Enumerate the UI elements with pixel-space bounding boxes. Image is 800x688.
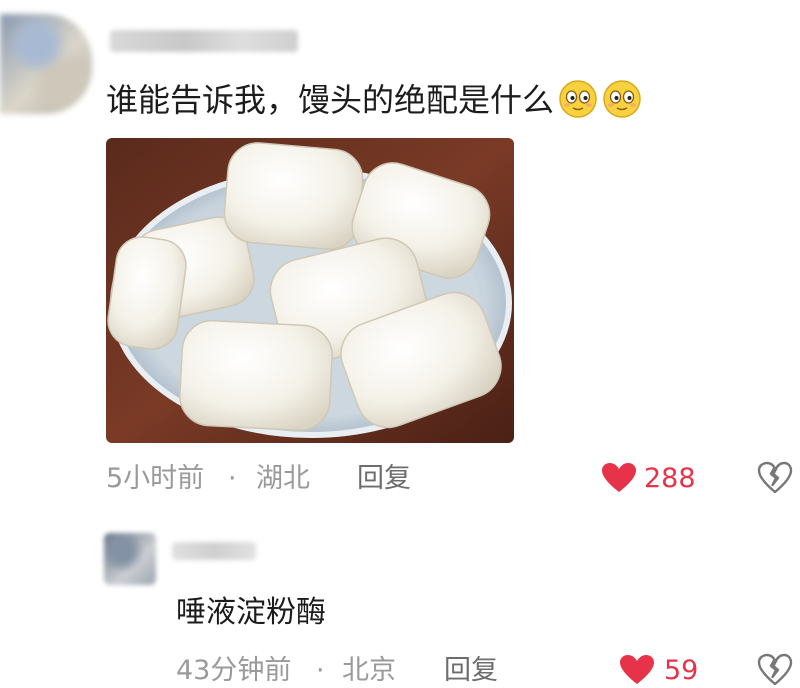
steamed-buns-photo[interactable] — [106, 138, 514, 443]
reply-button[interactable]: 回复 — [357, 462, 411, 496]
commenter-name[interactable] — [110, 30, 298, 52]
dislike-broken-heart-icon[interactable] — [757, 461, 793, 495]
smile-emoji-icon — [559, 80, 597, 118]
like-heart-icon[interactable] — [601, 462, 637, 494]
commenter-avatar[interactable] — [0, 14, 92, 114]
reply-location: 北京 — [342, 655, 396, 686]
replier-avatar[interactable] — [104, 533, 156, 585]
reply-text: 唾液淀粉酶 — [176, 595, 326, 630]
like-count: 288 — [644, 463, 696, 494]
smile-emoji-icon — [603, 80, 641, 118]
comment-time: 5小时前 — [106, 463, 205, 494]
comment-body: 谁能告诉我，馒头的绝配是什么 — [106, 78, 642, 122]
meta-separator: · — [316, 655, 325, 686]
comment-location: 湖北 — [256, 463, 310, 494]
reply-dislike-broken-heart-icon[interactable] — [757, 653, 793, 687]
reply-reply-button[interactable]: 回复 — [444, 654, 498, 688]
replier-name[interactable] — [172, 542, 256, 560]
meta-separator: · — [228, 463, 237, 494]
comment-text: 谁能告诉我，馒头的绝配是什么 — [106, 81, 555, 119]
reply-time: 43分钟前 — [176, 655, 292, 686]
reply-like-heart-icon[interactable] — [619, 654, 655, 686]
reply-like-count: 59 — [664, 655, 699, 686]
